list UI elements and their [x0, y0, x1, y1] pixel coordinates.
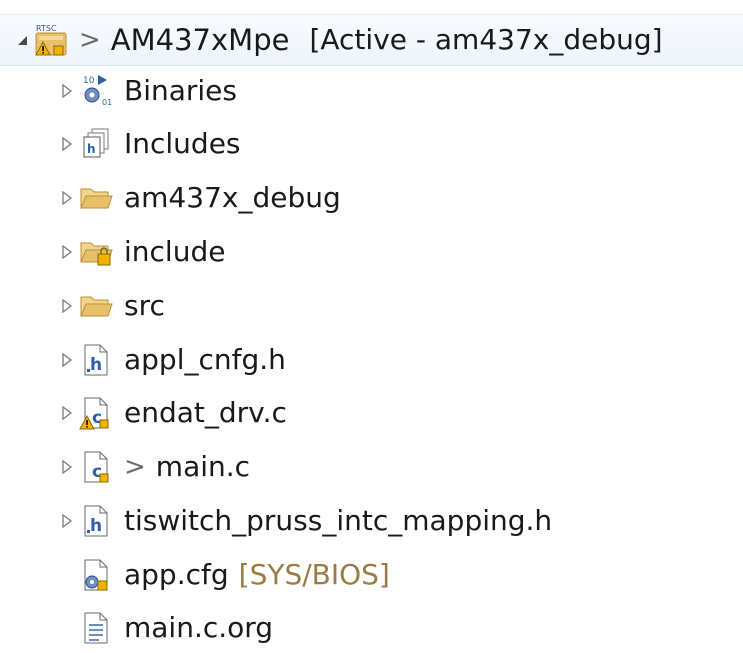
tree-item-am437x-debug[interactable]: am437x_debug [0, 174, 341, 222]
tree-item-label: Binaries [124, 74, 237, 107]
header-file-icon: h [78, 503, 114, 539]
tree-item-binaries[interactable]: 10 01 Binaries [0, 67, 237, 115]
tree-item-project-root[interactable]: RTSC > AM437xMpe [Active - am437x_debug] [0, 14, 743, 66]
expand-triangle-icon[interactable] [56, 174, 78, 222]
c-file-icon: c [78, 449, 114, 485]
tree-item-src[interactable]: src [0, 282, 165, 330]
tree-item-label: endat_drv.c [124, 396, 287, 429]
tree-item-include[interactable]: include [0, 228, 225, 276]
tree-item-label: app.cfg [124, 558, 229, 591]
header-file-icon: h [78, 342, 114, 378]
expand-triangle-icon[interactable] [56, 336, 78, 384]
tree-item-label: include [124, 235, 226, 268]
expand-triangle-icon[interactable] [56, 443, 78, 491]
binaries-icon: 10 01 [78, 73, 114, 109]
folder-locked-icon [78, 234, 114, 270]
expand-triangle-icon[interactable] [56, 389, 78, 437]
expand-triangle-icon[interactable] [56, 497, 78, 545]
text-file-icon [78, 610, 114, 646]
file-decoration: [SYS/BIOS] [238, 558, 390, 591]
expand-triangle-icon[interactable] [56, 282, 78, 330]
svg-text:10: 10 [83, 76, 95, 86]
dirty-prefix: > [124, 452, 146, 482]
expand-triangle-icon[interactable] [56, 228, 78, 276]
svg-text:h: h [90, 355, 102, 375]
tree-item-main-c[interactable]: c > main.c [0, 443, 250, 491]
tree-item-includes[interactable]: h Includes [0, 120, 241, 168]
tree-item-label: Includes [124, 127, 241, 160]
ccs-project-warning-icon: RTSC [33, 22, 69, 58]
svg-text:01: 01 [102, 98, 112, 107]
tree-item-tiswitch-pruss-intc-mapping-h[interactable]: h tiswitch_pruss_intc_mapping.h [0, 497, 552, 545]
tree-item-label: am437x_debug [124, 181, 341, 214]
svg-text:h: h [87, 142, 96, 156]
tree-item-main-c-org[interactable]: main.c.org [0, 604, 273, 652]
tree-item-label: tiswitch_pruss_intc_mapping.h [124, 504, 553, 537]
tree-item-label: main.c.org [124, 611, 274, 644]
svg-text:h: h [90, 516, 102, 536]
tree-item-app-cfg[interactable]: app.cfg [SYS/BIOS] [0, 551, 390, 599]
tree-item-label: main.c [155, 450, 251, 483]
svg-text:RTSC: RTSC [36, 24, 57, 33]
tree-item-label: appl_cnfg.h [124, 343, 286, 376]
collapse-triangle-icon[interactable] [11, 16, 33, 64]
expand-triangle-icon[interactable] [56, 67, 78, 115]
project-name: AM437xMpe [110, 22, 290, 57]
expand-triangle-icon[interactable] [56, 120, 78, 168]
config-file-icon [78, 557, 114, 593]
project-decoration: [Active - am437x_debug] [309, 23, 663, 56]
tree-item-endat-drv-c[interactable]: c endat_drv.c [0, 389, 287, 437]
folder-open-icon [78, 288, 114, 324]
folder-open-icon [78, 180, 114, 216]
project-explorer-tree: RTSC > AM437xMpe [Active - am437x_debug]… [0, 0, 743, 653]
tree-item-appl-cnfg-h[interactable]: h appl_cnfg.h [0, 336, 286, 384]
tree-item-label: src [124, 289, 165, 322]
dirty-prefix: > [79, 25, 101, 55]
c-file-warning-icon: c [78, 395, 114, 431]
includes-icon: h [78, 126, 114, 162]
